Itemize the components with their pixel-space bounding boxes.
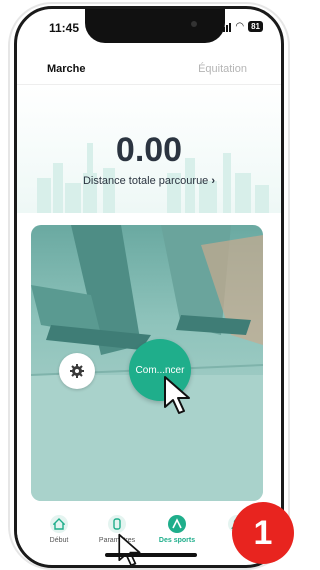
nav-item-des-sports[interactable]: Des sports — [147, 515, 207, 544]
home-icon — [50, 515, 68, 533]
nav-label-debut: Début — [49, 537, 69, 544]
total-distance-link[interactable]: Distance totale parcourue › — [17, 175, 281, 187]
nav-label-des-sports: Des sports — [158, 537, 196, 544]
tab-marche[interactable]: Marche — [47, 63, 86, 87]
home-indicator — [105, 553, 197, 557]
phone-frame: 11:45 ◠ 81 Marche Équitation 0.00 Distan… — [14, 6, 284, 568]
activity-tabs: Marche Équitation — [17, 55, 281, 87]
status-bar: 11:45 ◠ 81 — [17, 9, 281, 43]
total-distance-label: Distance totale parcourue — [82, 175, 209, 187]
status-icons: ◠ 81 — [220, 21, 263, 32]
nav-item-debut[interactable]: Début — [29, 515, 89, 544]
step-number-badge: 1 — [232, 502, 294, 564]
distance-summary: 0.00 Distance totale parcourue › — [17, 85, 281, 213]
tab-equitation[interactable]: Équitation — [198, 63, 247, 75]
mouse-cursor-icon — [118, 533, 141, 565]
signal-icon — [220, 22, 232, 32]
gear-icon — [70, 364, 84, 378]
chevron-right-icon: › — [211, 175, 216, 187]
workout-start-card: Com...ncer — [31, 225, 263, 501]
mouse-cursor-icon — [164, 376, 190, 414]
wifi-icon: ◠ — [235, 20, 245, 32]
settings-button[interactable] — [59, 353, 95, 389]
watch-icon — [108, 515, 126, 533]
status-time: 11:45 — [49, 21, 80, 35]
sports-icon — [168, 515, 186, 533]
total-distance-value: 0.00 — [115, 131, 183, 169]
battery-icon: 81 — [248, 21, 263, 32]
